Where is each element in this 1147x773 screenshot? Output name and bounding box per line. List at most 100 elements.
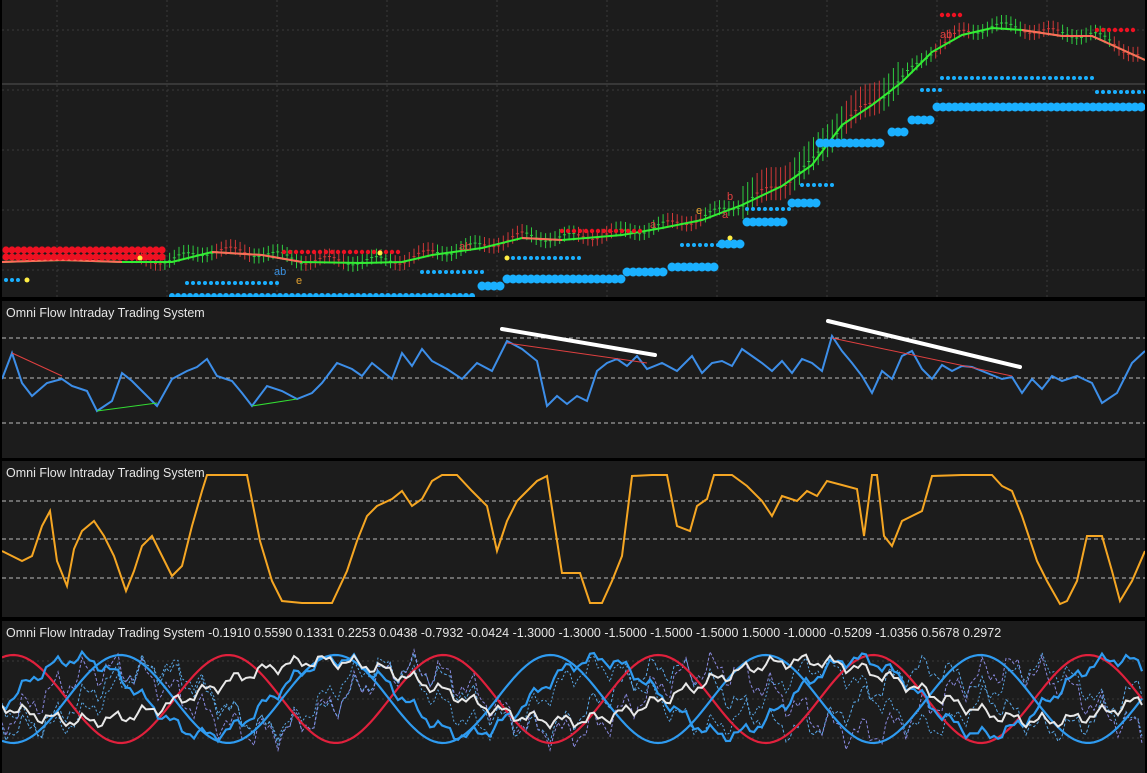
support-dot (215, 281, 219, 285)
resistance-dot (341, 249, 347, 255)
wave-indicator-panel[interactable]: Omni Flow Intraday Trading System -0.191… (2, 621, 1145, 773)
support-dot (450, 270, 454, 274)
signal-letter: a (722, 209, 729, 221)
support-dot (1107, 90, 1111, 94)
support-dot (529, 256, 533, 260)
price-chart-panel[interactable]: ab e ab a e a b ab (2, 0, 1145, 297)
support-dot (331, 293, 337, 297)
resistance-dot (335, 249, 341, 255)
support-dot (432, 270, 436, 274)
support-dot (658, 267, 668, 277)
support-dot (265, 293, 271, 297)
resistance-dot (287, 249, 293, 255)
resistance-dot (637, 228, 643, 234)
signal-letter: ab (274, 266, 286, 278)
signal-letter: b (727, 191, 733, 203)
support-dot (319, 293, 325, 297)
support-dot (806, 183, 810, 187)
support-dot (295, 293, 301, 297)
signal-letter: a (650, 219, 657, 231)
orange-oscillator-panel[interactable]: Omni Flow Intraday Trading System (2, 461, 1145, 617)
support-dot (4, 278, 8, 282)
signal-letter: e (296, 275, 302, 287)
support-dot (745, 207, 749, 211)
support-dot (415, 293, 421, 297)
support-dot (259, 293, 265, 297)
support-dot (221, 281, 225, 285)
resistance-dot (383, 249, 389, 255)
support-dot (438, 270, 442, 274)
support-dot (439, 293, 445, 297)
support-dot (1060, 76, 1064, 80)
resistance-dot (353, 249, 359, 255)
support-dot (426, 270, 430, 274)
support-dot (379, 293, 385, 297)
support-dot (169, 293, 175, 297)
support-dot (181, 293, 187, 297)
resistance-dot (939, 12, 945, 18)
signal-letter: e (696, 205, 702, 217)
support-dot (495, 281, 505, 291)
support-dot (1006, 76, 1010, 80)
support-dot (952, 76, 956, 80)
support-dot (811, 198, 821, 208)
support-dot (197, 281, 201, 285)
support-dot (535, 256, 539, 260)
wave-indicator-title: Omni Flow Intraday Trading System -0.191… (6, 626, 1002, 640)
support-dot (565, 256, 569, 260)
support-dot (445, 293, 451, 297)
support-dot (257, 281, 261, 285)
support-dot (1137, 90, 1141, 94)
signal-dot (727, 235, 733, 241)
support-dot (982, 76, 986, 80)
support-dot (680, 243, 684, 247)
resistance-dot (577, 228, 583, 234)
resistance-dot (589, 228, 595, 234)
support-dot (1030, 76, 1034, 80)
support-dot (1101, 90, 1105, 94)
resistance-dot (1106, 27, 1112, 33)
support-dot (277, 293, 283, 297)
support-dot (1048, 76, 1052, 80)
support-dot (1042, 76, 1046, 80)
resistance-dot (1124, 27, 1130, 33)
support-dot (988, 76, 992, 80)
signal-dot (24, 277, 30, 283)
resistance-dot (1118, 27, 1124, 33)
support-dot (191, 281, 195, 285)
support-dot (735, 239, 745, 249)
signal-dot (137, 255, 143, 261)
support-dot (511, 256, 515, 260)
support-dot (247, 293, 253, 297)
support-dot (185, 281, 189, 285)
support-dot (830, 183, 834, 187)
support-dot (361, 293, 367, 297)
resistance-dot (613, 228, 619, 234)
blue-oscillator-canvas (2, 319, 1145, 424)
support-dot (343, 293, 349, 297)
support-dot (313, 293, 319, 297)
support-dot (253, 293, 259, 297)
support-dot (480, 270, 484, 274)
support-dot (209, 281, 213, 285)
support-dot (926, 88, 930, 92)
support-dot (444, 270, 448, 274)
resistance-dot (317, 249, 323, 255)
support-dot (769, 207, 773, 211)
support-dot (1131, 90, 1135, 94)
support-dot (187, 293, 193, 297)
support-dot (547, 256, 551, 260)
blue-oscillator-panel[interactable]: Omni Flow Intraday Trading System (2, 301, 1145, 458)
support-dot (433, 293, 439, 297)
resistance-dot (619, 228, 625, 234)
support-dot (970, 76, 974, 80)
support-dot (235, 293, 241, 297)
trading-terminal: ab e ab a e a b ab Omni Flow Intraday Trading S… (0, 0, 1147, 773)
resistance-dot (365, 249, 371, 255)
signal-dot (377, 250, 383, 256)
support-dot (211, 293, 217, 297)
wave-indicator-canvas (2, 647, 1145, 753)
moving-average-down-segment (2, 258, 123, 263)
support-dot (463, 293, 469, 297)
support-dot (301, 293, 307, 297)
